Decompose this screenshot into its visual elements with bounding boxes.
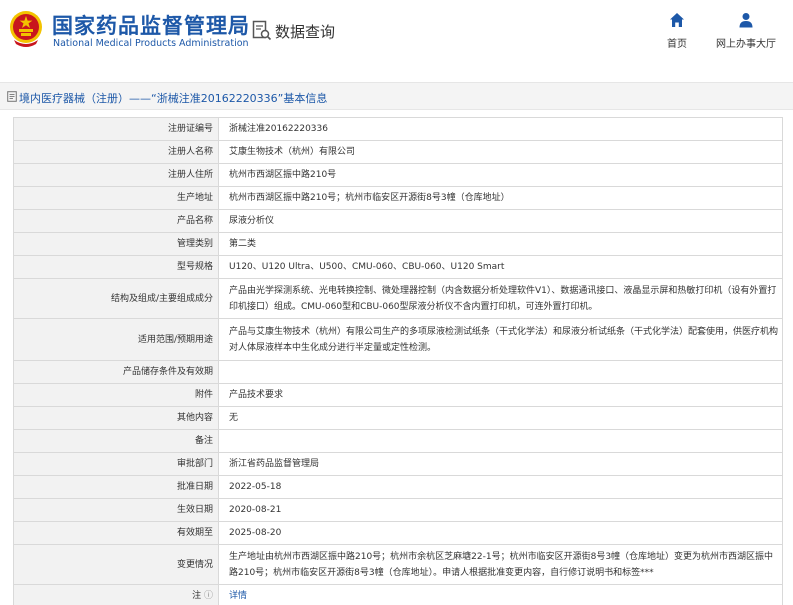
table-row: 管理类别 第二类 [13,232,783,256]
field-label: 注册证编号 [13,117,219,141]
table-row: 变更情况 生产地址由杭州市西湖区振中路210号；杭州市余杭区芝麻塘22-1号；杭州… [13,544,783,585]
field-value: 杭州市西湖区振中路210号；杭州市临安区开源街8号3幢（仓库地址） [218,186,783,210]
site-header: 国家药品监督管理局 National Medical Products Admi… [0,0,793,64]
field-label: 变更情况 [13,544,219,585]
table-row: 审批部门 浙江省药品监督管理局 [13,452,783,476]
field-value: 杭州市西湖区振中路210号 [218,163,783,187]
data-query-icon [252,20,272,41]
site-subtitle: National Medical Products Administration [53,38,249,49]
field-value: 产品技术要求 [218,383,783,407]
field-label: 管理类别 [13,232,219,256]
field-value: 产品与艾康生物技术（杭州）有限公司生产的多项尿液检测试纸条（干式化学法）和尿液分… [218,318,783,361]
field-value: 浙械注准20162220336 [218,117,783,141]
field-label: 有效期至 [13,521,219,545]
field-label: 适用范围/预期用途 [13,318,219,361]
note-label: 注 [192,591,202,601]
field-label: 备注 [13,429,219,453]
breadcrumb: 境内医疗器械（注册）——“浙械注准20162220336”基本信息 [0,82,793,110]
person-icon [739,13,753,28]
table-row: 生产地址 杭州市西湖区振中路210号；杭州市临安区开源街8号3幢（仓库地址） [13,186,783,210]
document-icon [7,91,17,102]
nav-online-hall-label: 网上办事大厅 [716,39,776,50]
table-row: 产品名称 尿液分析仪 [13,209,783,233]
details-link[interactable]: 详情 [229,591,247,601]
breadcrumb-text[interactable]: 境内医疗器械（注册）——“浙械注准20162220336”基本信息 [19,90,327,106]
table-row: 适用范围/预期用途 产品与艾康生物技术（杭州）有限公司生产的多项尿液检测试纸条（干… [13,318,783,361]
device-info-table: 注册证编号 浙械注准20162220336 注册人名称 艾康生物技术（杭州）有限公司… [13,117,783,605]
field-value: 艾康生物技术（杭州）有限公司 [218,140,783,164]
field-label: 结构及组成/主要组成成分 [13,278,219,319]
table-row: 其他内容无 [13,406,783,430]
table-row: 型号规格 U120、U120 Ultra、U500、CMU-060、CBU-060… [13,255,783,279]
table-row: 注册人住所 杭州市西湖区振中路210号 [13,163,783,187]
info-icon: ⓘ [203,591,213,601]
table-row: 注册证编号 浙械注准20162220336 [13,117,783,141]
field-label: 审批部门 [13,452,219,476]
field-value: 2022-05-18 [218,475,783,499]
field-value: 生产地址由杭州市西湖区振中路210号；杭州市余杭区芝麻塘22-1号；杭州市临安区… [218,544,783,585]
field-label: 其他内容 [13,406,219,430]
table-row: 附件 产品技术要求 [13,383,783,407]
field-value: 第二类 [218,232,783,256]
field-value: U120、U120 Ultra、U500、CMU-060、CBU-060、U12… [218,255,783,279]
table-row: 产品储存条件及有效期 [13,360,783,384]
field-label: 生产地址 [13,186,219,210]
section-title: 数据查询 [275,23,336,41]
field-label: 批准日期 [13,475,219,499]
field-label: 产品名称 [13,209,219,233]
table-row: 结构及组成/主要组成成分 产品由光学探测系统、光电转换控制、微处理器控制（内含数据… [13,278,783,319]
field-value: 2020-08-21 [218,498,783,522]
table-row: 有效期至 2025-08-20 [13,521,783,545]
nav-online-hall-link[interactable]: 网上办事大厅 [708,12,784,50]
site-title[interactable]: 国家药品监督管理局 [52,10,250,40]
table-row: 备注 [13,429,783,453]
field-label: 注册人住所 [13,163,219,187]
field-label: 附件 [13,383,219,407]
field-value: 产品由光学探测系统、光电转换控制、微处理器控制（内含数据分析处理软件V1）、数据… [218,278,783,319]
table-row: 批准日期 2022-05-18 [13,475,783,499]
table-row: 注册人名称 艾康生物技术（杭州）有限公司 [13,140,783,164]
table-row: 注 ⓘ 详情 [13,584,783,605]
field-label: 型号规格 [13,255,219,279]
national-emblem-icon [10,11,42,47]
field-value: 2025-08-20 [218,521,783,545]
field-value: 浙江省药品监督管理局 [218,452,783,476]
field-label: 注册人名称 [13,140,219,164]
field-value: 无 [218,406,783,430]
field-label: 生效日期 [13,498,219,522]
home-icon [670,13,684,27]
field-value: 尿液分析仪 [218,209,783,233]
nav-home-label: 首页 [667,39,687,50]
field-value [218,429,783,453]
field-value [218,360,783,384]
field-label: 产品储存条件及有效期 [13,360,219,384]
field-value: 详情 [218,584,783,605]
table-row: 生效日期 2020-08-21 [13,498,783,522]
nav-home-link[interactable]: 首页 [656,12,698,50]
note-label-cell: 注 ⓘ [13,584,219,605]
